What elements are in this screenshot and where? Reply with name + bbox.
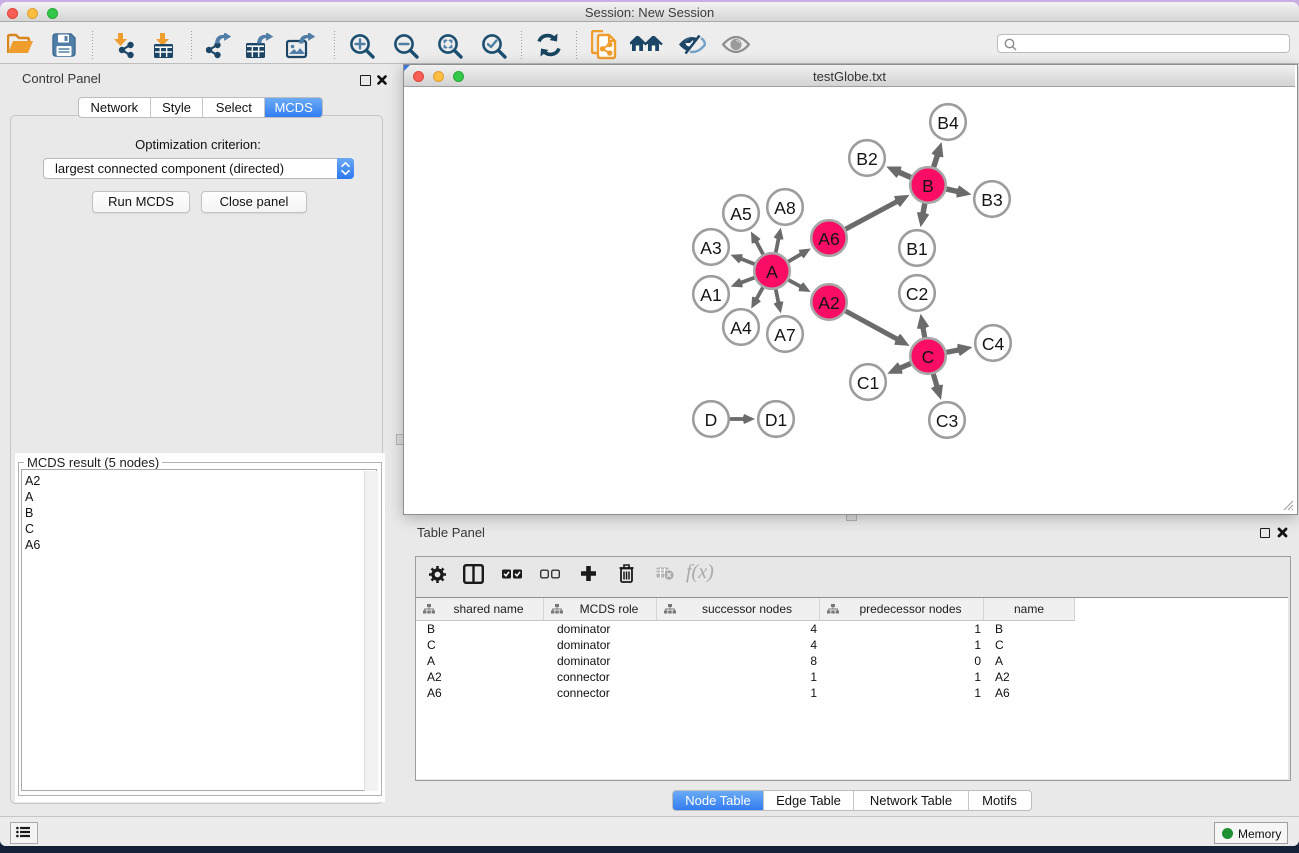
svg-text:C2: C2 (906, 284, 928, 304)
svg-text:C1: C1 (857, 373, 879, 393)
svg-text:A5: A5 (730, 204, 751, 224)
svg-text:A1: A1 (700, 285, 721, 305)
svg-text:B2: B2 (856, 149, 877, 169)
svg-text:D1: D1 (765, 410, 787, 430)
svg-text:A4: A4 (730, 318, 752, 338)
svg-text:A6: A6 (818, 229, 839, 249)
svg-text:C4: C4 (982, 334, 1005, 354)
svg-text:D: D (705, 410, 718, 430)
svg-text:C: C (922, 347, 935, 367)
svg-text:A2: A2 (818, 293, 839, 313)
svg-text:B: B (922, 176, 934, 196)
svg-text:A: A (766, 262, 778, 282)
svg-text:A8: A8 (774, 198, 795, 218)
svg-text:B3: B3 (981, 190, 1002, 210)
svg-text:A3: A3 (700, 238, 721, 258)
svg-text:A7: A7 (774, 325, 795, 345)
svg-text:B4: B4 (937, 113, 959, 133)
svg-text:B1: B1 (906, 239, 927, 259)
svg-text:C3: C3 (936, 411, 958, 431)
